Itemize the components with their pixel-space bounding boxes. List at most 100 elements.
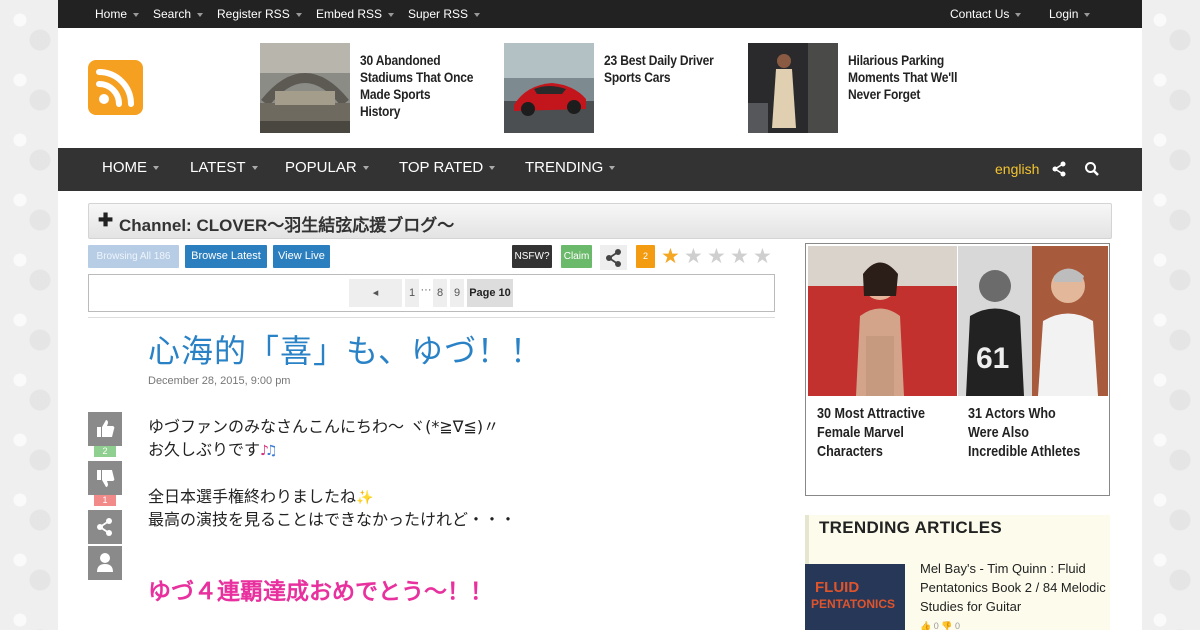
thumbs-up-icon xyxy=(97,420,115,437)
star-filled-icon[interactable]: ★ xyxy=(661,246,684,268)
topnav-super-rss[interactable]: Super RSS xyxy=(408,0,481,28)
nav-popular-label: POPULAR xyxy=(285,159,357,176)
chevron-down-icon xyxy=(197,12,204,17)
nsfw-button[interactable]: NSFW? xyxy=(512,245,552,268)
user-icon xyxy=(97,553,113,572)
like-button[interactable] xyxy=(88,412,122,446)
trending-article-title[interactable]: Mel Bay's - Tim Quinn : Fluid Pentatonic… xyxy=(920,559,1110,616)
page-link[interactable]: 8 xyxy=(433,279,447,307)
share-icon xyxy=(606,249,621,267)
page-link[interactable]: 9 xyxy=(450,279,464,307)
nav-trending-label: TRENDING xyxy=(525,159,604,176)
trending-dislikes: 0 xyxy=(955,621,961,630)
sidebar-ad[interactable]: 61 30 Most Attractive Female Marvel Char… xyxy=(805,243,1110,496)
promo-sports-cars[interactable]: 23 Best Daily Driver Sports Cars xyxy=(504,43,734,133)
star-empty-icon[interactable]: ★ xyxy=(684,246,707,268)
post-text: 全日本選手権終わりましたね xyxy=(148,487,357,506)
nav-popular[interactable]: POPULAR xyxy=(285,148,369,191)
chevron-down-icon xyxy=(1084,12,1091,17)
svg-text:61: 61 xyxy=(976,342,1009,375)
share-icon xyxy=(97,518,112,536)
main-nav: HOME LATEST POPULAR TOP RATED TRENDING e… xyxy=(58,148,1142,191)
actress-image xyxy=(808,246,957,396)
sparkle-icon: ✨ xyxy=(356,490,374,506)
like-count: 2 xyxy=(94,446,116,457)
trending-article-meta: 👍 0 👎 0 xyxy=(920,621,960,630)
rss-logo-icon[interactable] xyxy=(88,60,143,115)
topnav-search[interactable]: Search xyxy=(153,0,204,28)
post-title[interactable]: 心海的「喜」も、ゆづ！！ xyxy=(148,326,543,372)
nav-latest[interactable]: LATEST xyxy=(190,148,258,191)
topnav-embed-rss[interactable]: Embed RSS xyxy=(316,0,395,28)
book-cover-image[interactable]: FLUID PENTATONICS xyxy=(805,564,905,630)
rating-count-badge: 2 xyxy=(636,245,655,268)
promo-parking[interactable]: Hilarious Parking Moments That We'll Nev… xyxy=(748,43,978,133)
share-button[interactable] xyxy=(600,245,627,270)
promo-stadiums[interactable]: 30 Abandoned Stadiums That Once Made Spo… xyxy=(260,43,490,133)
current-page: Page 10 xyxy=(467,279,513,307)
chevron-down-icon xyxy=(489,166,496,171)
trending-articles: TRENDING ARTICLES FLUID PENTATONICS Mel … xyxy=(805,515,1110,630)
topnav-register-rss-label: Register RSS xyxy=(217,7,290,21)
share-post-button[interactable] xyxy=(88,510,122,544)
dislike-button[interactable] xyxy=(88,461,122,495)
star-rating[interactable]: ★ ★ ★ ★ ★ xyxy=(661,246,776,268)
topnav-register-rss[interactable]: Register RSS xyxy=(217,0,302,28)
trending-likes: 0 xyxy=(933,621,939,630)
topnav-login-label: Login xyxy=(1049,7,1079,21)
dislike-count: 1 xyxy=(94,495,116,506)
topnav-contact-label: Contact Us xyxy=(950,7,1010,21)
nav-latest-label: LATEST xyxy=(190,159,246,176)
star-empty-icon[interactable]: ★ xyxy=(730,246,753,268)
post-text-line: ゆづファンのみなさんこんにちわ～ ヾ(*≧∇≦)〃 xyxy=(148,417,500,436)
topnav-login[interactable]: Login xyxy=(1049,0,1091,28)
channel-header: ✚ Channel: CLOVER～羽生結弦応援ブログ～ xyxy=(88,203,1112,239)
ellipsis: ··· xyxy=(420,279,432,307)
topnav-contact-us[interactable]: Contact Us xyxy=(950,0,1022,28)
promo-title[interactable]: 23 Best Daily Driver Sports Cars xyxy=(604,52,718,86)
chevron-down-icon xyxy=(1015,12,1022,17)
star-empty-icon[interactable]: ★ xyxy=(707,246,730,268)
topnav-home[interactable]: Home xyxy=(95,0,140,28)
nav-home[interactable]: HOME xyxy=(102,148,159,191)
promo-title[interactable]: Hilarious Parking Moments That We'll Nev… xyxy=(848,52,962,103)
chevron-down-icon xyxy=(251,166,258,171)
svg-text:PENTATONICS: PENTATONICS xyxy=(811,597,895,611)
topnav-search-label: Search xyxy=(153,7,192,21)
browsing-all-button[interactable]: Browsing All 186 xyxy=(88,245,179,268)
chevron-down-icon xyxy=(153,166,159,171)
browse-latest-button[interactable]: Browse Latest xyxy=(185,245,267,268)
thumbs-down-icon xyxy=(97,470,115,487)
promo-title[interactable]: 30 Abandoned Stadiums That Once Made Spo… xyxy=(360,52,474,120)
ad-title[interactable]: 31 Actors Who Were Also Incredible Athle… xyxy=(968,404,1081,461)
nav-home-label: HOME xyxy=(102,159,147,176)
stadium-image xyxy=(260,43,350,133)
divider xyxy=(88,317,775,318)
post-date: December 28, 2015, 9:00 pm xyxy=(148,375,291,387)
plus-icon[interactable]: ✚ xyxy=(98,210,113,231)
chevron-down-icon xyxy=(295,12,302,17)
prev-page-button[interactable]: ◂ xyxy=(349,279,402,307)
search-icon[interactable] xyxy=(1084,161,1100,182)
topnav-embed-rss-label: Embed RSS xyxy=(316,7,383,21)
post-text: お久しぶりです xyxy=(148,440,261,459)
nav-top-rated-label: TOP RATED xyxy=(399,159,484,176)
trending-heading: TRENDING ARTICLES xyxy=(819,518,1002,537)
language-selector[interactable]: english xyxy=(995,148,1039,191)
parking-image xyxy=(748,43,838,133)
athletes-image: 61 xyxy=(958,246,1108,396)
page-wrapper: Home Search Register RSS Embed RSS Super… xyxy=(58,0,1142,630)
view-live-button[interactable]: View Live xyxy=(273,245,330,268)
claim-button[interactable]: Claim xyxy=(561,245,592,268)
chevron-down-icon xyxy=(388,12,395,17)
page-link[interactable]: 1 xyxy=(405,279,419,307)
nav-top-rated[interactable]: TOP RATED xyxy=(399,148,496,191)
ad-title[interactable]: 30 Most Attractive Female Marvel Charact… xyxy=(817,404,930,461)
author-button[interactable] xyxy=(88,546,122,580)
share-icon[interactable] xyxy=(1051,161,1067,182)
music-note-icon: ♫ xyxy=(264,443,278,459)
nav-trending[interactable]: TRENDING xyxy=(525,148,616,191)
topnav-super-rss-label: Super RSS xyxy=(408,7,469,21)
star-empty-icon[interactable]: ★ xyxy=(753,246,776,268)
chevron-down-icon xyxy=(474,12,481,17)
